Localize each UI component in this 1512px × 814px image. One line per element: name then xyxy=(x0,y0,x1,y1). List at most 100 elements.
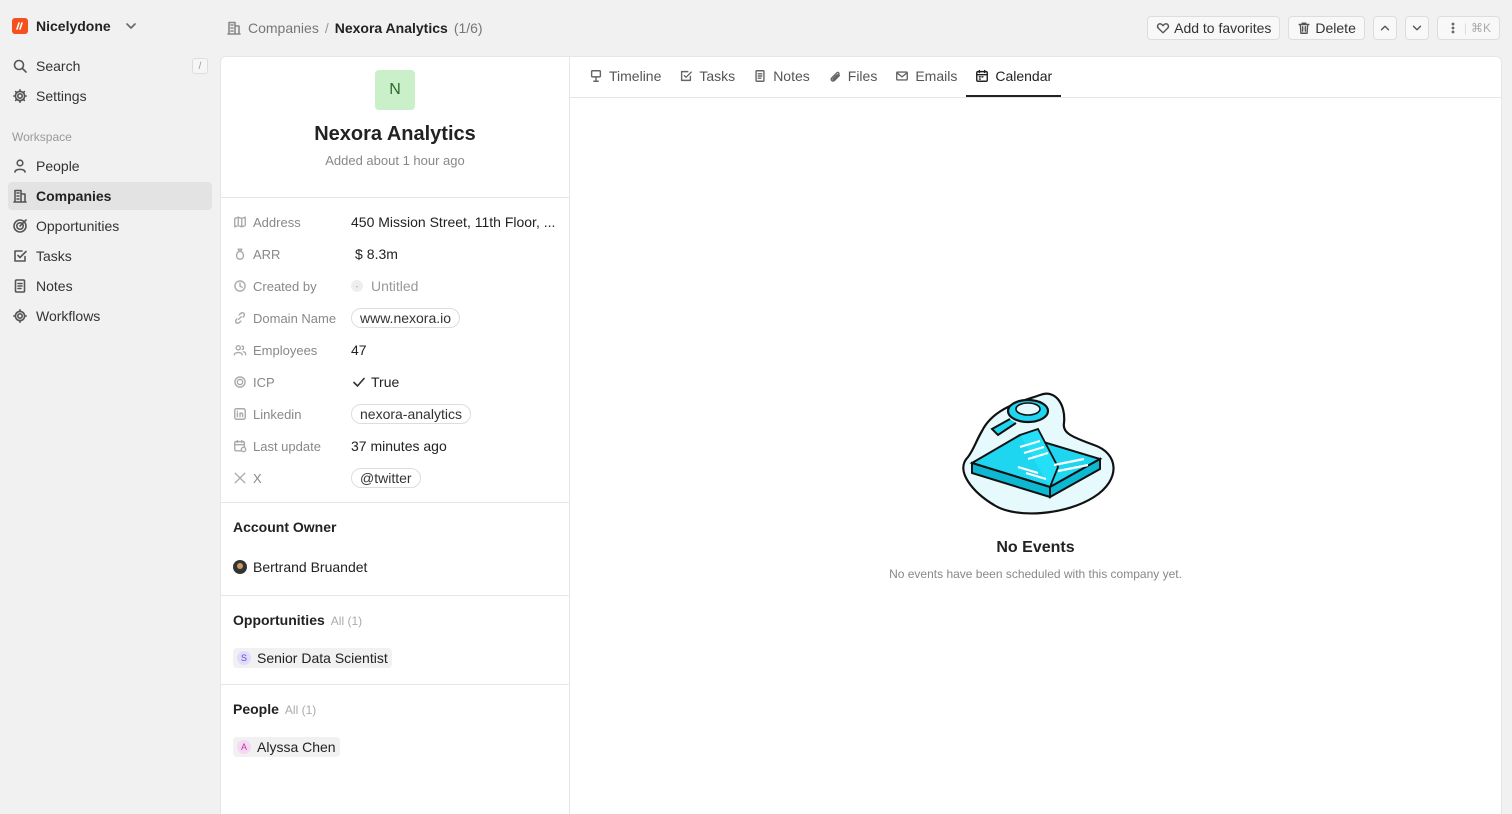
money-bag-icon xyxy=(233,247,247,261)
workspace-logo xyxy=(12,18,28,34)
note-icon xyxy=(12,278,28,294)
field-label-address: Address xyxy=(233,215,351,230)
field-label-created-by: Created by xyxy=(233,279,351,294)
record-actions: Add to favorites Delete | ⌘K xyxy=(1147,16,1512,40)
breadcrumb-separator: / xyxy=(324,20,329,36)
note-icon xyxy=(753,69,767,83)
company-avatar[interactable]: N xyxy=(375,70,415,110)
see-all-link[interactable]: All (1) xyxy=(285,703,316,717)
link-icon xyxy=(233,311,247,325)
sidebar-item-label: Workflows xyxy=(36,308,101,324)
field-label-arr: ARR xyxy=(233,247,351,262)
field-icp[interactable]: ICP True xyxy=(233,366,557,398)
tab-notes[interactable]: Notes xyxy=(744,57,819,97)
field-label-text: Last update xyxy=(253,438,321,454)
account-owner-name: Bertrand Bruandet xyxy=(253,559,368,575)
sidebar-item-opportunities[interactable]: Opportunities xyxy=(8,212,212,240)
section-title: Opportunities All (1) xyxy=(233,612,557,628)
field-value: www.nexora.io xyxy=(351,308,461,328)
tab-bar: Timeline Tasks Notes Files Emails Calend… xyxy=(570,57,1501,98)
tab-timeline[interactable]: Timeline xyxy=(580,57,670,97)
empty-calendar-illustration xyxy=(954,387,1118,517)
field-label-employees: Employees xyxy=(233,343,351,358)
calendar-clock-icon xyxy=(233,439,247,453)
trash-icon xyxy=(1297,21,1311,35)
sidebar-search-label: Search xyxy=(36,58,81,74)
sidebar-item-tasks[interactable]: Tasks xyxy=(8,242,212,270)
field-label-text: Created by xyxy=(253,278,317,294)
company-name[interactable]: Nexora Analytics xyxy=(221,123,569,146)
empty-state-subtitle: No events have been scheduled with this … xyxy=(889,567,1182,581)
previous-record-button[interactable] xyxy=(1372,16,1397,40)
more-options-button[interactable]: | ⌘K xyxy=(1436,16,1500,40)
section-title-text: Opportunities xyxy=(233,612,325,628)
creator-avatar: - xyxy=(351,280,363,292)
field-label-domain: Domain Name xyxy=(233,311,351,326)
next-record-button[interactable] xyxy=(1404,16,1429,40)
field-x[interactable]: X @twitter xyxy=(233,462,557,494)
field-last-update[interactable]: Last update 37 minutes ago xyxy=(233,430,557,462)
field-value: - Untitled xyxy=(351,278,418,294)
delete-button[interactable]: Delete xyxy=(1288,16,1365,40)
person-label: Alyssa Chen xyxy=(257,739,336,755)
section-title: Account Owner xyxy=(233,519,337,535)
field-label-x: X xyxy=(233,471,351,486)
top-bar: Companies / Nexora Analytics (1/6) Add t… xyxy=(220,0,1512,56)
see-all-link[interactable]: All (1) xyxy=(331,614,362,628)
account-owner[interactable]: Bertrand Bruandet xyxy=(233,559,557,575)
opportunity-tag[interactable]: S Senior Data Scientist xyxy=(233,648,392,668)
delete-label: Delete xyxy=(1315,20,1356,36)
field-value: @twitter xyxy=(351,468,421,488)
workspace-section-label: Workspace xyxy=(12,130,72,144)
tab-tasks[interactable]: Tasks xyxy=(670,57,744,97)
domain-chip[interactable]: www.nexora.io xyxy=(351,308,461,328)
sidebar-item-workflows[interactable]: Workflows xyxy=(8,302,212,330)
opportunity-avatar: S xyxy=(237,651,251,665)
field-value: 450 Mission Street, 11th Floor, ... xyxy=(351,214,556,230)
sidebar-settings[interactable]: Settings xyxy=(8,82,212,110)
field-employees[interactable]: Employees 47 xyxy=(233,334,557,366)
tab-calendar[interactable]: Calendar xyxy=(966,57,1062,97)
field-domain[interactable]: Domain Name www.nexora.io xyxy=(233,302,557,334)
sidebar-item-label: People xyxy=(36,158,80,174)
users-icon xyxy=(233,343,247,357)
sidebar-item-companies[interactable]: Companies xyxy=(8,182,212,210)
fields-list: Address 450 Mission Street, 11th Floor, … xyxy=(221,198,569,503)
history-icon xyxy=(233,279,247,293)
linkedin-chip[interactable]: nexora-analytics xyxy=(351,404,471,424)
icp-value: True xyxy=(371,374,400,390)
search-shortcut: / xyxy=(192,58,208,74)
add-to-favorites-button[interactable]: Add to favorites xyxy=(1147,16,1281,40)
breadcrumb-parent[interactable]: Companies xyxy=(248,20,319,36)
avatar xyxy=(233,560,247,574)
tab-emails[interactable]: Emails xyxy=(886,57,966,97)
sidebar-item-people[interactable]: People xyxy=(8,152,212,180)
field-arr[interactable]: ARR $ 8.3m xyxy=(233,238,557,270)
breadcrumb-current: Nexora Analytics xyxy=(334,20,448,36)
field-label-last-update: Last update xyxy=(233,439,351,454)
heart-icon xyxy=(1156,21,1170,35)
chevron-down-icon xyxy=(123,18,139,34)
sidebar-search[interactable]: Search / xyxy=(8,52,212,80)
map-icon xyxy=(233,215,247,229)
sidebar-item-notes[interactable]: Notes xyxy=(8,272,212,300)
sidebar: Nicelydone Search / Settings Workspace P… xyxy=(0,0,220,814)
person-tag[interactable]: A Alyssa Chen xyxy=(233,737,340,757)
timeline-icon xyxy=(589,69,603,83)
field-label-linkedin: Linkedin xyxy=(233,407,351,422)
field-created-by[interactable]: Created by - Untitled xyxy=(233,270,557,302)
field-address[interactable]: Address 450 Mission Street, 11th Floor, … xyxy=(233,206,557,238)
tab-label: Emails xyxy=(915,67,958,84)
workspace-name: Nicelydone xyxy=(36,18,111,34)
sidebar-item-label: Notes xyxy=(36,278,73,294)
x-handle-chip[interactable]: @twitter xyxy=(351,468,421,488)
opportunity-label: Senior Data Scientist xyxy=(257,650,388,666)
sidebar-item-label: Companies xyxy=(36,188,112,204)
person-icon xyxy=(12,158,28,174)
field-label-text: Address xyxy=(253,214,301,230)
tab-files[interactable]: Files xyxy=(819,57,887,97)
workspace-switcher[interactable]: Nicelydone xyxy=(8,0,212,52)
record-details: N Nexora Analytics Added about 1 hour ag… xyxy=(221,57,570,814)
sidebar-item-label: Opportunities xyxy=(36,218,120,234)
field-linkedin[interactable]: Linkedin nexora-analytics xyxy=(233,398,557,430)
